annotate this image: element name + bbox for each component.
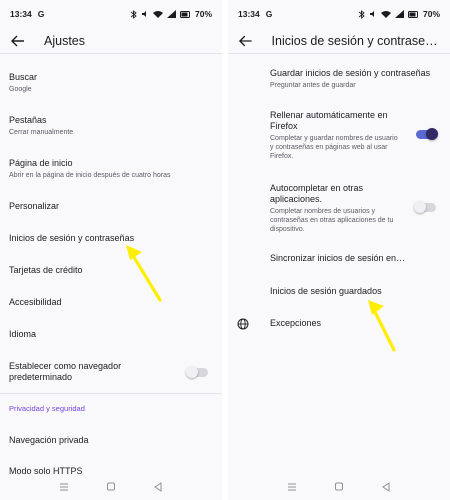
bluetooth-icon xyxy=(358,9,365,19)
logins-item-autofill-firefox[interactable]: Rellenar automáticamente en Firefox Comp… xyxy=(228,110,450,161)
battery-icon xyxy=(407,10,418,18)
signal-icon xyxy=(166,10,176,18)
item-title: Guardar inicios de sesión y contraseñas xyxy=(270,68,431,78)
status-time: 13:34 xyxy=(10,9,32,19)
signal-icon xyxy=(394,10,404,18)
wifi-icon xyxy=(380,11,391,18)
mute-icon xyxy=(141,11,146,17)
item-title: Establecer como navegador predeterminado xyxy=(9,361,122,382)
page-title: Ajustes xyxy=(44,33,85,48)
item-title: Buscar xyxy=(9,72,38,82)
item-title: Página de inicio xyxy=(9,158,73,168)
item-title: Accesibilidad xyxy=(9,297,62,307)
back-nav-icon[interactable] xyxy=(151,481,165,493)
section-title: Privacidad y seguridad xyxy=(9,404,85,413)
settings-item-homepage[interactable]: Página de inicio Abrir en la página de i… xyxy=(0,158,222,180)
home-icon[interactable] xyxy=(104,481,118,493)
item-title: Sincronizar inicios de sesión en… xyxy=(270,253,406,263)
status-bar: 13:34 G 70% xyxy=(0,0,222,28)
divider xyxy=(0,393,222,394)
status-bar: 13:34 G 70% xyxy=(228,0,450,28)
default-browser-toggle[interactable] xyxy=(186,366,208,378)
battery-percent: 70% xyxy=(422,9,440,19)
item-title: Inicios de sesión guardados xyxy=(270,286,382,296)
menu-icon[interactable] xyxy=(57,481,71,493)
page-title: Inicios de sesión y contraseñas xyxy=(271,33,440,48)
item-title: Pestañas xyxy=(9,115,47,125)
logins-item-exceptions[interactable]: Excepciones xyxy=(228,318,450,330)
item-subtitle: Completar nombres de usuarios y contrase… xyxy=(270,208,394,233)
globe-icon xyxy=(237,318,249,330)
app-bar: Inicios de sesión y contraseñas xyxy=(228,28,450,54)
section-header: Privacidad y seguridad xyxy=(0,404,222,413)
item-title: Inicios de sesión y contraseñas xyxy=(9,233,135,243)
status-time: 13:34 xyxy=(238,9,260,19)
back-arrow-icon[interactable] xyxy=(238,33,254,49)
item-title: Excepciones xyxy=(270,318,322,328)
item-title: Idioma xyxy=(9,329,37,339)
logins-item-sync[interactable]: Sincronizar inicios de sesión en… xyxy=(228,253,450,264)
item-title: Personalizar xyxy=(9,201,60,211)
item-title: Rellenar automáticamente en Firefox xyxy=(270,110,388,131)
autofill-other-apps-toggle[interactable] xyxy=(414,201,436,213)
wifi-icon xyxy=(152,11,163,18)
autofill-firefox-toggle[interactable] xyxy=(416,128,438,140)
settings-item-accessibility[interactable]: Accesibilidad xyxy=(0,297,222,308)
settings-item-search[interactable]: Buscar Google xyxy=(0,72,222,94)
toggle-knob xyxy=(426,128,438,140)
highlight-arrow-icon xyxy=(368,300,396,352)
bluetooth-icon xyxy=(130,9,137,19)
settings-screen: 13:34 G 70% Ajustes Buscar Google Pestañ… xyxy=(0,0,222,500)
system-nav-bar xyxy=(228,474,450,500)
battery-icon xyxy=(179,10,190,18)
status-carrier: G xyxy=(265,9,273,19)
status-carrier: G xyxy=(37,9,45,19)
item-subtitle: Google xyxy=(9,86,32,93)
system-nav-bar xyxy=(0,474,222,500)
item-subtitle: Preguntar antes de guardar xyxy=(270,82,356,89)
mute-icon xyxy=(369,11,374,17)
settings-item-default-browser[interactable]: Establecer como navegador predeterminado xyxy=(0,361,222,383)
back-nav-icon[interactable] xyxy=(379,481,393,493)
toggle-knob xyxy=(414,201,426,213)
settings-item-credit-cards[interactable]: Tarjetas de crédito xyxy=(0,265,222,276)
screenshot-pair: 13:34 G 70% Ajustes Buscar Google Pestañ… xyxy=(0,0,450,500)
item-subtitle: Cerrar manualmente xyxy=(9,129,74,136)
toggle-knob xyxy=(186,366,198,378)
logins-item-autofill-other-apps[interactable]: Autocompletar en otras aplicaciones. Com… xyxy=(228,183,450,234)
back-arrow-icon[interactable] xyxy=(10,33,26,49)
logins-item-save[interactable]: Guardar inicios de sesión y contraseñas … xyxy=(228,68,450,90)
settings-item-tabs[interactable]: Pestañas Cerrar manualmente xyxy=(0,115,222,137)
item-title: Navegación privada xyxy=(9,435,89,445)
settings-item-language[interactable]: Idioma xyxy=(0,329,222,340)
item-title: Autocompletar en otras aplicaciones. xyxy=(270,183,364,204)
settings-item-logins[interactable]: Inicios de sesión y contraseñas xyxy=(0,233,222,244)
home-icon[interactable] xyxy=(332,481,346,493)
logins-screen: 13:34 G 70% Inicios de sesión y contrase… xyxy=(228,0,450,500)
logins-item-saved-logins[interactable]: Inicios de sesión guardados xyxy=(228,286,450,297)
battery-percent: 70% xyxy=(194,9,212,19)
item-subtitle: Abrir en la página de inicio después de … xyxy=(9,172,171,179)
highlight-arrow-icon xyxy=(126,245,162,302)
app-bar: Ajustes xyxy=(0,28,222,54)
menu-icon[interactable] xyxy=(285,481,299,493)
item-subtitle: Completar y guardar nombres de usuario y… xyxy=(270,135,398,160)
item-title: Tarjetas de crédito xyxy=(9,265,83,275)
settings-item-customize[interactable]: Personalizar xyxy=(0,201,222,212)
settings-item-private-browsing[interactable]: Navegación privada xyxy=(0,435,222,446)
